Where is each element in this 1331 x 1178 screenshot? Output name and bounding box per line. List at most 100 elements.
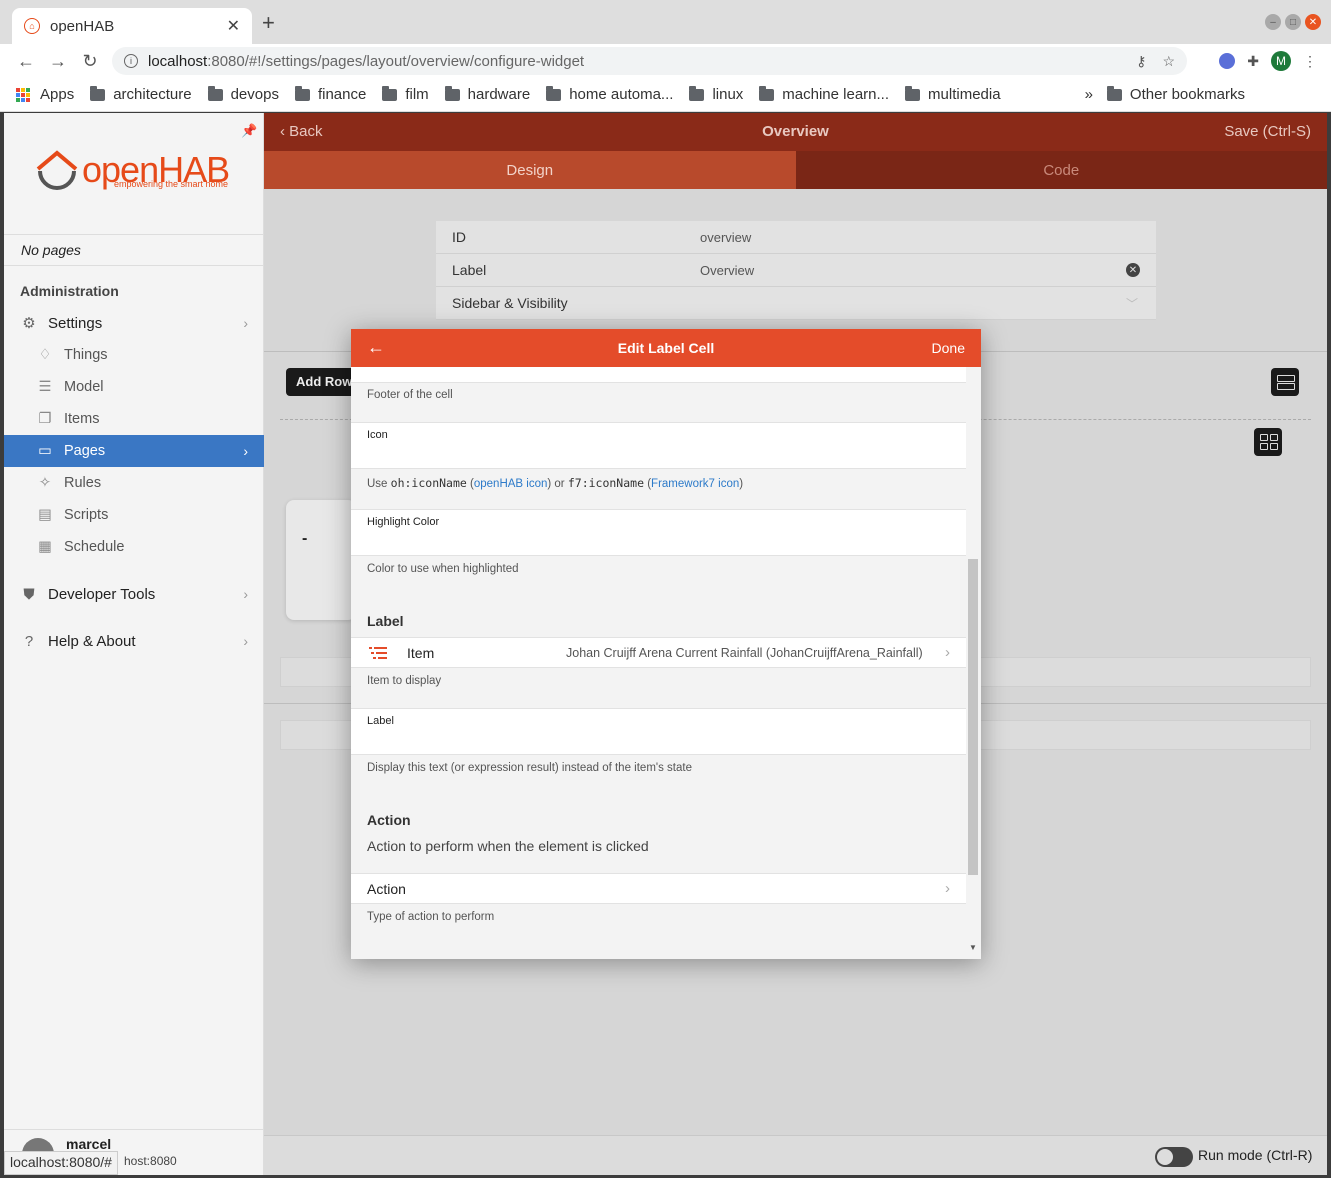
- apps-grid-icon: [16, 87, 30, 102]
- bookmark-label: hardware: [467, 86, 531, 103]
- sidebar-item-label: Help & About: [48, 632, 136, 650]
- administration-heading: Administration: [20, 283, 119, 299]
- back-arrow-icon[interactable]: ←: [10, 51, 42, 72]
- bookmark-folder[interactable]: home automa...: [546, 85, 673, 103]
- widget-card[interactable]: -: [286, 500, 356, 620]
- sidebar-visibility-row[interactable]: Sidebar & Visibility ﹀: [436, 287, 1156, 320]
- sidebar-item-help-about[interactable]: ? Help & About ›: [4, 625, 264, 657]
- id-label: ID: [452, 229, 466, 245]
- maximize-icon[interactable]: □: [1285, 14, 1301, 30]
- browser-tab[interactable]: ⌂ openHAB ✕: [12, 8, 252, 44]
- bookmark-apps[interactable]: Apps: [16, 86, 74, 103]
- profile-avatar[interactable]: M: [1271, 51, 1291, 71]
- bookmark-label: film: [405, 86, 429, 103]
- bookmark-folder[interactable]: devops: [207, 85, 279, 103]
- minimize-icon[interactable]: –: [1265, 14, 1281, 30]
- sidebar-item-label: Developer Tools: [48, 585, 156, 603]
- other-bookmarks[interactable]: Other bookmarks: [1106, 85, 1245, 103]
- sidebar-item-pages[interactable]: ▭ Pages ›: [4, 435, 264, 467]
- no-pages-text: No pages: [21, 242, 81, 258]
- vpn-extension-icon[interactable]: [1219, 53, 1236, 69]
- chevron-right-icon: ›: [945, 880, 950, 897]
- label-value[interactable]: Overview: [700, 263, 754, 278]
- dialog-header: ← Edit Label Cell Done: [351, 329, 981, 367]
- chevron-right-icon: ›: [945, 644, 950, 661]
- label-row[interactable]: Label Overview ✕: [436, 254, 1156, 287]
- sidebar-item-label: Items: [64, 411, 100, 427]
- bookmark-folder[interactable]: architecture: [90, 85, 192, 103]
- monitor-icon: ▭: [38, 443, 52, 459]
- bookmark-folder[interactable]: multimedia: [905, 85, 1001, 103]
- sidebar-item-label: Rules: [64, 475, 102, 491]
- folder-icon: [1106, 85, 1122, 101]
- done-button[interactable]: Done: [932, 340, 965, 356]
- folder-icon: [90, 85, 106, 101]
- label-hint: Display this text (or expression result)…: [367, 762, 692, 774]
- gear-icon: ⚙: [22, 315, 36, 332]
- footer-input[interactable]: [351, 367, 966, 383]
- folder-icon: [759, 85, 775, 101]
- tab-design[interactable]: Design: [264, 151, 796, 189]
- puzzle-icon[interactable]: ✚: [1247, 53, 1259, 70]
- new-tab-button[interactable]: +: [262, 10, 275, 36]
- status-bar-url: localhost:8080/#: [4, 1151, 118, 1175]
- shield-icon: ⛊: [23, 585, 35, 603]
- save-button[interactable]: Save (Ctrl-S): [1224, 123, 1311, 140]
- bookmark-folder[interactable]: machine learn...: [759, 85, 889, 103]
- bookmark-folder[interactable]: linux: [689, 85, 743, 103]
- framework7-icon-link[interactable]: Framework7 icon: [651, 478, 739, 490]
- sidebar-item-things[interactable]: ♢ Things: [4, 339, 264, 371]
- sidebar-item-settings[interactable]: ⚙ Settings ›: [4, 307, 264, 339]
- label-input[interactable]: Label: [351, 708, 966, 755]
- scroll-down-arrow-icon[interactable]: ▼: [969, 943, 977, 952]
- item-picker[interactable]: Item Johan Cruijff Arena Current Rainfal…: [351, 637, 966, 668]
- omnibox-actions: ⚷ ☆: [1136, 53, 1175, 70]
- browser-toolbar: ← → ↻ i localhost:8080/#!/settings/pages…: [0, 44, 1331, 78]
- bookmarks-overflow-button[interactable]: »: [1085, 86, 1093, 103]
- item-hint: Item to display: [367, 675, 442, 687]
- close-tab-icon[interactable]: ✕: [227, 16, 240, 36]
- sidebar-item-developer-tools[interactable]: ⛊ Developer Tools ›: [4, 578, 264, 610]
- house-logo-icon: [36, 150, 78, 190]
- bookmark-folder[interactable]: hardware: [444, 85, 531, 103]
- sidebar-item-items[interactable]: ❐ Items: [4, 403, 264, 435]
- block-layout-icon[interactable]: [1271, 368, 1299, 396]
- calendar-icon: ▦: [38, 539, 52, 555]
- info-icon[interactable]: i: [124, 54, 138, 68]
- grid-layout-icon[interactable]: [1254, 428, 1282, 456]
- folder-icon: [689, 85, 705, 101]
- menu-dots-icon[interactable]: ⋮: [1303, 53, 1317, 70]
- reload-icon[interactable]: ↻: [74, 51, 106, 72]
- forward-arrow-icon[interactable]: →: [42, 51, 74, 72]
- run-mode-toggle[interactable]: [1155, 1147, 1193, 1167]
- items-icon: ❐: [38, 411, 52, 427]
- key-icon[interactable]: ⚷: [1136, 53, 1146, 70]
- hint-text: (: [644, 478, 652, 490]
- highlight-color-input[interactable]: Highlight Color: [351, 509, 966, 556]
- sidebar-item-label: Model: [64, 379, 104, 395]
- dialog-scrollbar[interactable]: [968, 559, 978, 875]
- sidebar-item-schedule[interactable]: ▦ Schedule: [4, 531, 264, 563]
- star-icon[interactable]: ☆: [1162, 53, 1175, 70]
- chevron-right-icon: ›: [243, 586, 248, 602]
- action-description: Action to perform when the element is cl…: [367, 838, 649, 854]
- bookmark-folder[interactable]: finance: [294, 85, 366, 103]
- clear-icon[interactable]: ✕: [1126, 263, 1140, 277]
- hint-text: ) or: [547, 478, 568, 490]
- item-label: Item: [407, 645, 435, 661]
- openhab-icon-link[interactable]: openHAB icon: [474, 478, 548, 490]
- address-bar[interactable]: i localhost:8080/#!/settings/pages/layou…: [112, 47, 1187, 75]
- icon-input[interactable]: Icon: [351, 422, 966, 469]
- action-picker[interactable]: Action ›: [351, 873, 966, 904]
- close-window-icon[interactable]: ✕: [1305, 14, 1321, 30]
- bookmark-folder[interactable]: film: [382, 85, 429, 103]
- chevron-down-icon: ﹀: [1125, 296, 1138, 311]
- sidebar-item-rules[interactable]: ✧ Rules: [4, 467, 264, 499]
- sidebar-item-model[interactable]: ☰ Model: [4, 371, 264, 403]
- sidebar-item-scripts[interactable]: ▤ Scripts: [4, 499, 264, 531]
- bookmark-label: multimedia: [928, 86, 1001, 103]
- pin-icon[interactable]: 📌: [241, 123, 257, 139]
- add-row-button[interactable]: Add Row: [286, 368, 356, 396]
- id-value: overview: [700, 229, 752, 245]
- tab-code[interactable]: Code: [795, 151, 1327, 189]
